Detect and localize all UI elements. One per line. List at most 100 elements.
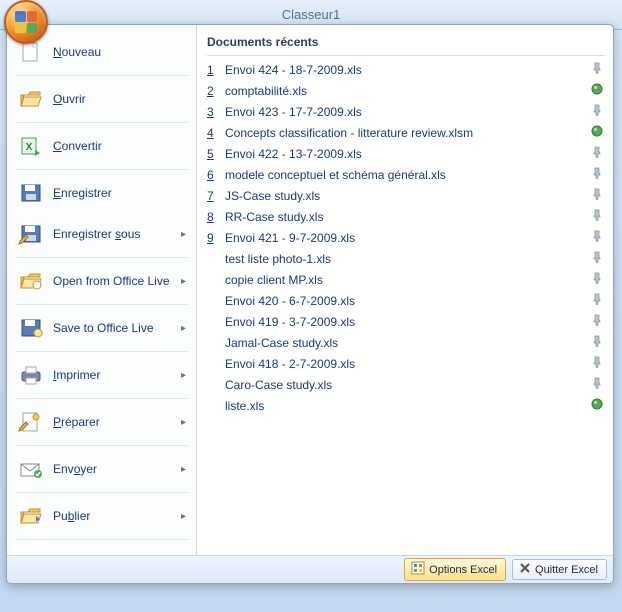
pin-unpinned-icon[interactable] — [589, 187, 605, 206]
submenu-arrow-icon: ▸ — [181, 511, 186, 522]
pin-unpinned-icon[interactable] — [589, 376, 605, 395]
pin-pinned-icon[interactable] — [589, 397, 605, 416]
recent-documents-panel: Documents récents 1Envoi 424 - 18-7-2009… — [197, 25, 613, 555]
pin-pinned-icon[interactable] — [589, 124, 605, 143]
recent-document-item[interactable]: Jamal-Case study.xls — [207, 333, 605, 354]
office-button[interactable] — [4, 0, 48, 44]
recent-document-item[interactable]: 7JS-Case study.xls — [207, 186, 605, 207]
menu-item-label: Enregistrer sous — [53, 227, 181, 241]
recent-doc-index: 7 — [207, 187, 221, 206]
main-commands-list: Nouveau Ouvrir X Convertir Enregistrer Enregi… — [7, 25, 197, 555]
recent-document-item[interactable]: 1Envoi 424 - 18-7-2009.xls — [207, 60, 605, 81]
pin-unpinned-icon[interactable] — [589, 271, 605, 290]
menu-item-open_live[interactable]: Open from Office Live▸ — [11, 261, 192, 301]
quit-excel-button[interactable]: Quitter Excel — [512, 559, 607, 580]
menu-item-label: Publier — [53, 509, 181, 523]
recent-doc-name: Envoi 423 - 17-7-2009.xls — [221, 103, 589, 122]
pin-unpinned-icon[interactable] — [589, 334, 605, 353]
menu-item-convertir[interactable]: X Convertir — [11, 126, 192, 166]
recent-document-item[interactable]: 5Envoi 422 - 13-7-2009.xls — [207, 144, 605, 165]
menu-item-enregistrer_sous[interactable]: Enregistrer sous▸ — [11, 214, 192, 254]
recent-document-item[interactable]: 3Envoi 423 - 17-7-2009.xls — [207, 102, 605, 123]
recent-document-item[interactable]: 6modele conceptuel et schéma général.xls — [207, 165, 605, 186]
menu-separator — [15, 398, 188, 399]
quit-excel-label: Quitter Excel — [535, 564, 598, 576]
recent-doc-name: copie client MP.xls — [221, 271, 589, 290]
recent-doc-index: 4 — [207, 124, 221, 143]
menu-separator — [15, 492, 188, 493]
pin-unpinned-icon[interactable] — [589, 250, 605, 269]
recent-document-item[interactable]: 9Envoi 421 - 9-7-2009.xls — [207, 228, 605, 249]
submenu-arrow-icon: ▸ — [181, 417, 186, 428]
save-icon — [17, 181, 45, 205]
pin-unpinned-icon[interactable] — [589, 103, 605, 122]
menu-item-preparer[interactable]: Préparer▸ — [11, 402, 192, 442]
recent-doc-index: 6 — [207, 166, 221, 185]
close-icon — [519, 562, 531, 577]
recent-document-item[interactable]: Envoi 419 - 3-7-2009.xls — [207, 312, 605, 333]
recent-doc-name: JS-Case study.xls — [221, 187, 589, 206]
menu-separator — [15, 351, 188, 352]
recent-doc-index: 9 — [207, 229, 221, 248]
menu-item-label: Nouveau — [53, 45, 186, 59]
recent-doc-name: comptabilité.xls — [221, 82, 589, 101]
recent-document-item[interactable]: copie client MP.xls — [207, 270, 605, 291]
recent-doc-name: Concepts classification - litterature re… — [221, 124, 589, 143]
menu-item-label: Convertir — [53, 139, 186, 153]
recent-document-item[interactable]: 4Concepts classification - litterature r… — [207, 123, 605, 144]
recent-doc-name: Envoi 418 - 2-7-2009.xls — [221, 355, 589, 374]
options-icon — [411, 561, 425, 578]
recent-doc-name: liste.xls — [221, 397, 589, 416]
pin-unpinned-icon[interactable] — [589, 229, 605, 248]
menu-item-save_live[interactable]: Save to Office Live▸ — [11, 308, 192, 348]
menu-item-envoyer[interactable]: Envoyer▸ — [11, 449, 192, 489]
pin-pinned-icon[interactable] — [589, 82, 605, 101]
menu-item-label: Imprimer — [53, 368, 181, 382]
recent-document-item[interactable]: Envoi 420 - 6-7-2009.xls — [207, 291, 605, 312]
submenu-arrow-icon: ▸ — [181, 229, 186, 240]
recent-document-item[interactable]: test liste photo-1.xls — [207, 249, 605, 270]
excel-options-label: Options Excel — [429, 564, 497, 576]
menu-item-label: Enregistrer — [53, 186, 186, 200]
menu-item-label: Save to Office Live — [53, 321, 181, 335]
menu-item-imprimer[interactable]: Imprimer▸ — [11, 355, 192, 395]
recent-document-item[interactable]: Envoi 418 - 2-7-2009.xls — [207, 354, 605, 375]
pin-unpinned-icon[interactable] — [589, 355, 605, 374]
save-live-icon — [17, 316, 45, 340]
recent-doc-index: 8 — [207, 208, 221, 227]
print-icon — [17, 363, 45, 387]
recent-doc-name: Envoi 419 - 3-7-2009.xls — [221, 313, 589, 332]
menu-item-ouvrir[interactable]: Ouvrir — [11, 79, 192, 119]
recent-doc-name: Envoi 421 - 9-7-2009.xls — [221, 229, 589, 248]
recent-document-item[interactable]: liste.xls — [207, 396, 605, 417]
convert-icon: X — [17, 134, 45, 158]
menu-separator — [15, 257, 188, 258]
menu-item-fermer[interactable]: Fermer — [11, 543, 192, 555]
menu-item-label: Ouvrir — [53, 92, 186, 106]
svg-text:X: X — [26, 142, 33, 153]
saveas-icon — [17, 222, 45, 246]
office-logo-icon — [15, 11, 37, 33]
menu-separator — [15, 539, 188, 540]
pin-unpinned-icon[interactable] — [589, 61, 605, 80]
open-icon — [17, 87, 45, 111]
recent-document-item[interactable]: 8RR-Case study.xls — [207, 207, 605, 228]
excel-options-button[interactable]: Options Excel — [404, 558, 506, 581]
pin-unpinned-icon[interactable] — [589, 166, 605, 185]
pin-unpinned-icon[interactable] — [589, 313, 605, 332]
menu-item-label: Envoyer — [53, 462, 181, 476]
menu-item-publier[interactable]: Publier▸ — [11, 496, 192, 536]
menu-separator — [15, 304, 188, 305]
recent-document-item[interactable]: Caro-Case study.xls — [207, 375, 605, 396]
submenu-arrow-icon: ▸ — [181, 323, 186, 334]
recent-doc-name: Jamal-Case study.xls — [221, 334, 589, 353]
pin-unpinned-icon[interactable] — [589, 208, 605, 227]
prepare-icon — [17, 410, 45, 434]
pin-unpinned-icon[interactable] — [589, 292, 605, 311]
recent-doc-index: 1 — [207, 61, 221, 80]
pin-unpinned-icon[interactable] — [589, 145, 605, 164]
menu-footer: Options Excel Quitter Excel — [7, 555, 613, 583]
recent-document-item[interactable]: 2comptabilité.xls — [207, 81, 605, 102]
submenu-arrow-icon: ▸ — [181, 276, 186, 287]
menu-item-enregistrer[interactable]: Enregistrer — [11, 173, 192, 213]
